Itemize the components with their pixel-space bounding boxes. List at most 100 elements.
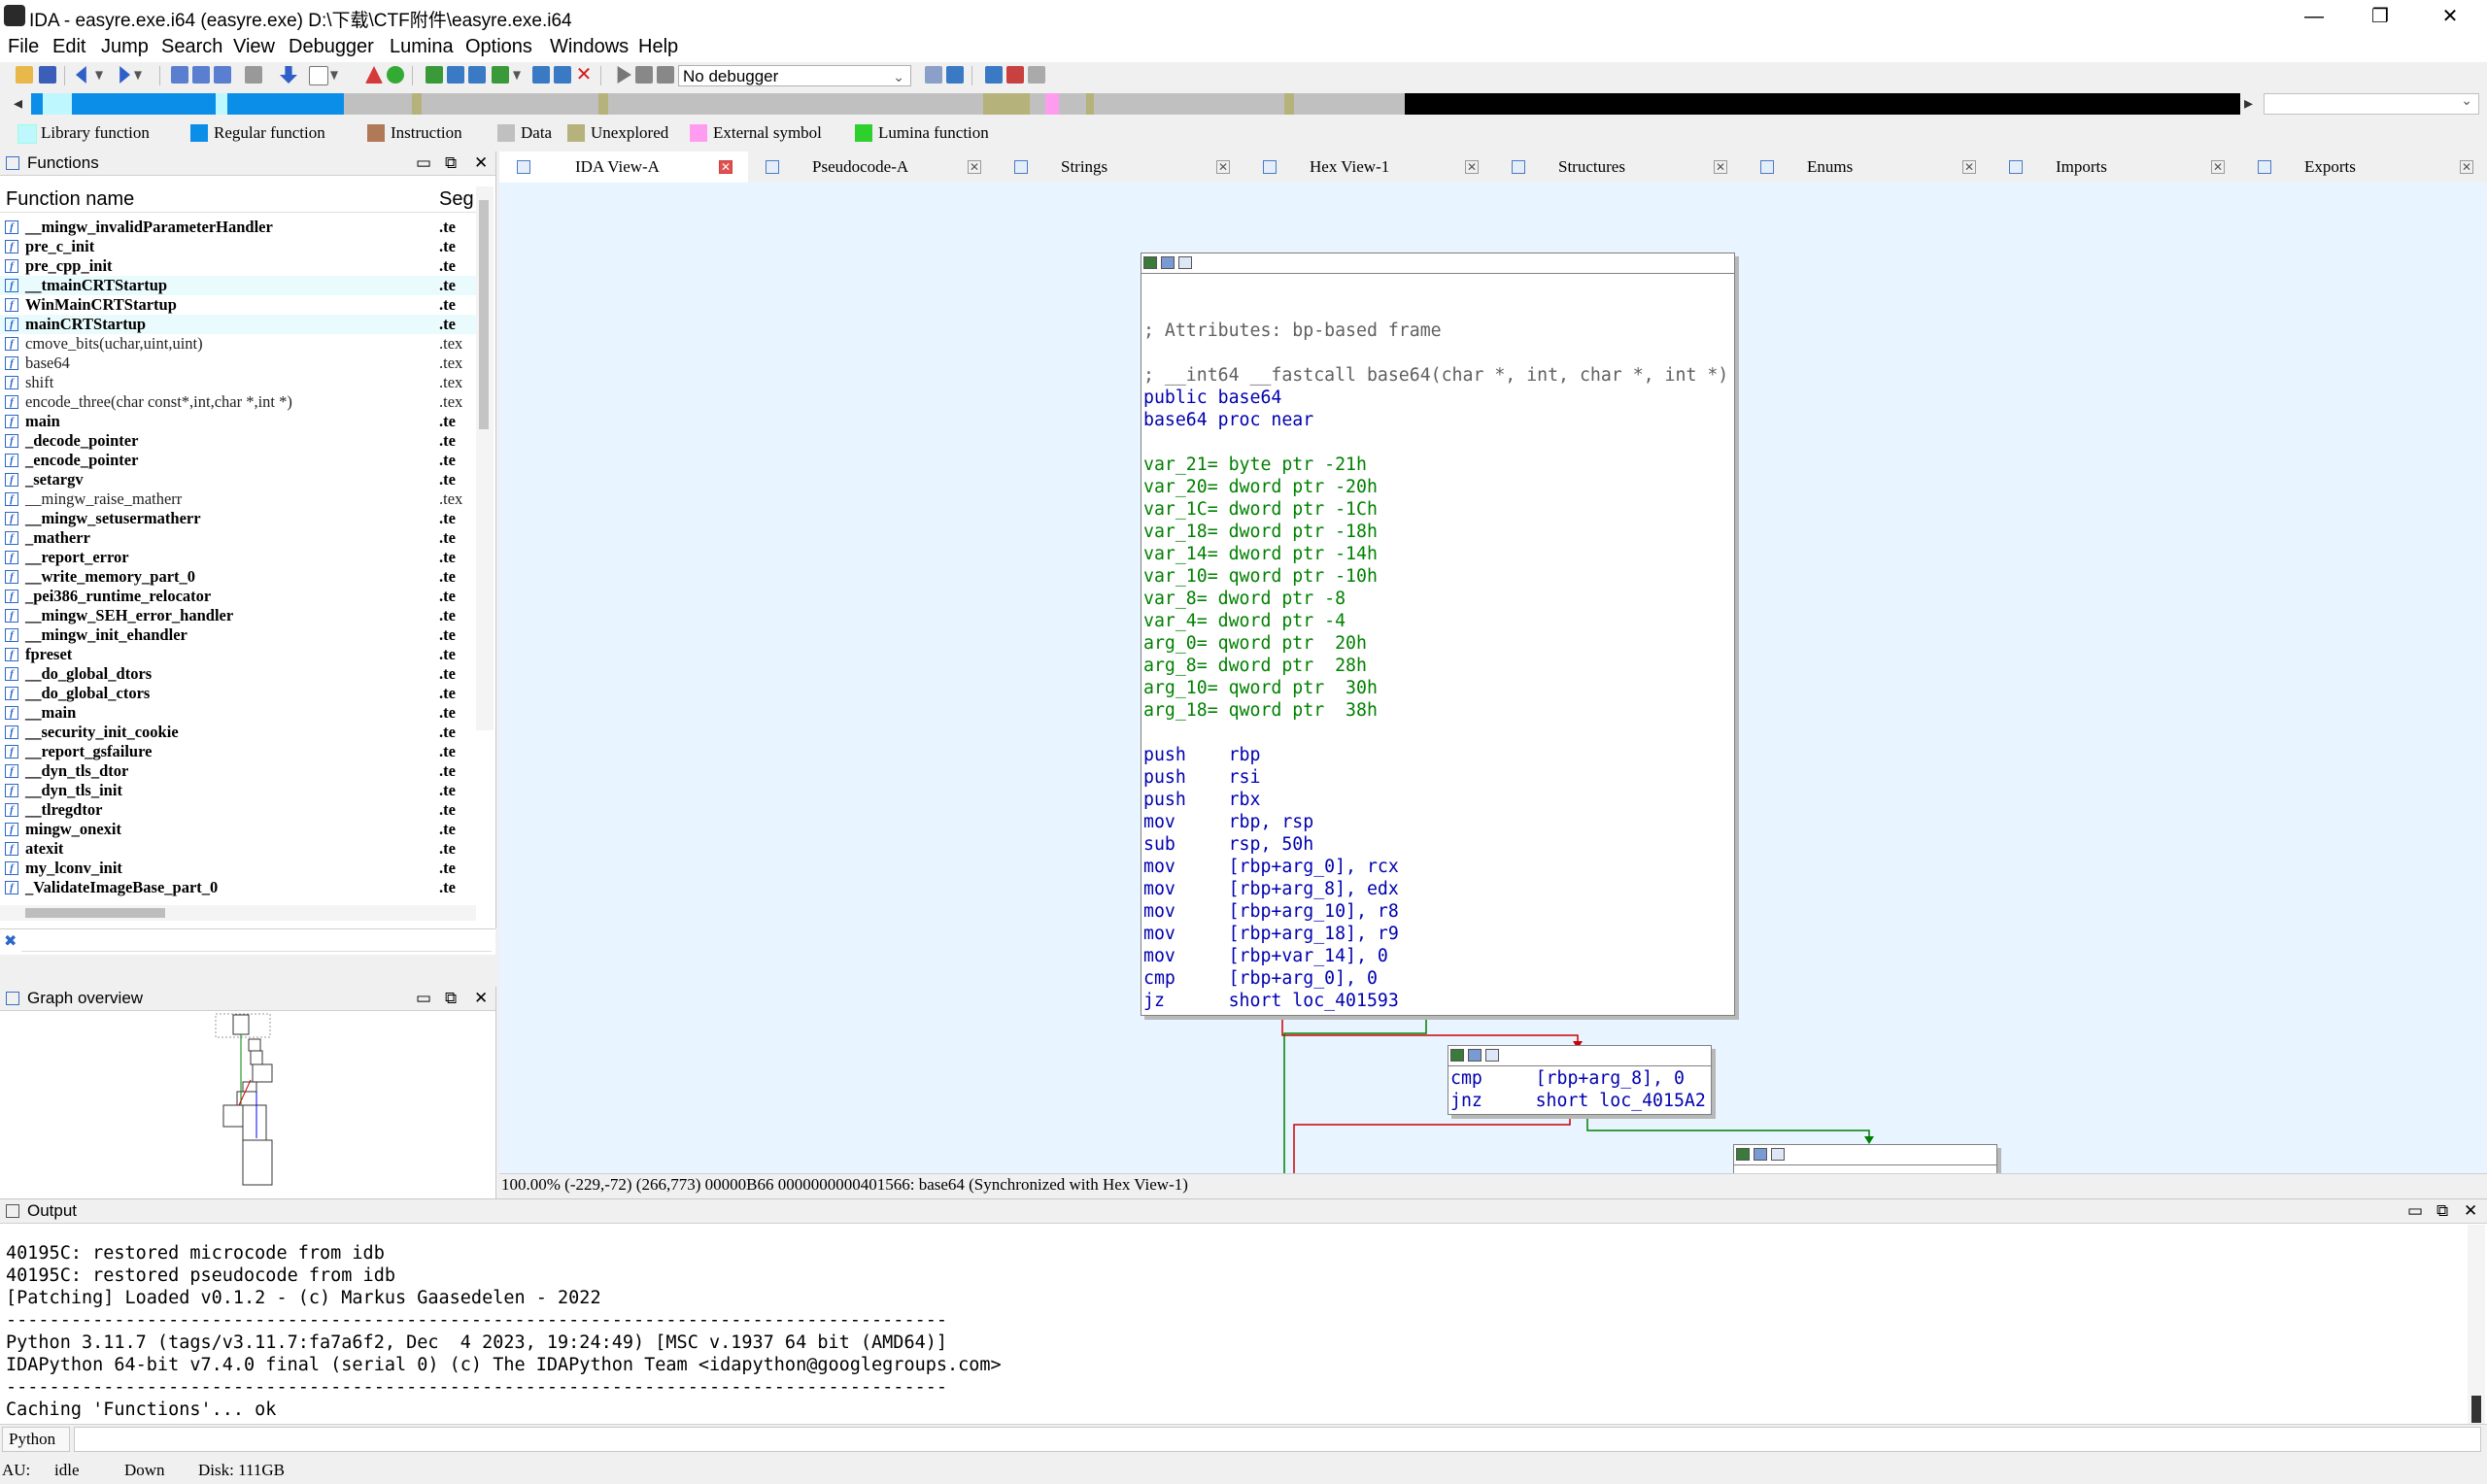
menu-debugger[interactable]: Debugger [289, 36, 374, 58]
menu-help[interactable]: Help [638, 36, 678, 58]
forward-icon[interactable] [119, 66, 130, 84]
function-row[interactable]: f __dyn_tls_dtor .te [0, 761, 476, 781]
node-color-icon[interactable] [1143, 256, 1157, 269]
function-row[interactable]: f __report_gsfailure .te [0, 742, 476, 761]
tab-close-icon[interactable]: ✕ [1962, 160, 1976, 174]
navigation-band-track[interactable] [31, 93, 2240, 115]
scroll-thumb[interactable] [2471, 1396, 2481, 1423]
ida-view-graph[interactable]: ; Attributes: bp-based frame ; __int64 __… [499, 183, 2487, 1173]
asm-line[interactable]: base64 proc near [1143, 409, 1313, 431]
asm-line[interactable]: arg_10= qword ptr 30h [1143, 677, 1378, 699]
function-row[interactable]: f __mingw_raise_matherr .tex [0, 489, 476, 509]
panel-close-icon[interactable]: ✕ [474, 987, 488, 1010]
scroll-thumb[interactable] [479, 200, 489, 429]
function-row[interactable]: f __do_global_dtors .te [0, 664, 476, 684]
paste-icon[interactable] [214, 66, 231, 84]
tab-close-icon[interactable]: ✕ [719, 160, 732, 174]
function-row[interactable]: f encode_three(char const*,int,char *,int… [0, 392, 476, 412]
refresh-icon[interactable] [946, 66, 964, 84]
tab-strings[interactable]: Strings ✕ [997, 152, 1245, 183]
asm-line[interactable]: jz short loc_401593 [1143, 990, 1399, 1012]
tab-close-icon[interactable]: ✕ [1465, 160, 1479, 174]
node-color-icon[interactable] [1450, 1049, 1464, 1062]
function-row[interactable]: f fpreset .te [0, 645, 476, 664]
asm-line[interactable]: arg_0= qword ptr 20h [1143, 632, 1367, 655]
function-row[interactable]: f __mingw_SEH_error_handler .te [0, 606, 476, 625]
image-icon[interactable] [554, 66, 571, 84]
tab-hex-view-1[interactable]: Hex View-1 ✕ [1245, 152, 1494, 183]
copy2-icon[interactable] [192, 66, 210, 84]
menu-options[interactable]: Options [465, 36, 532, 58]
node-color-icon[interactable] [1736, 1148, 1750, 1161]
asm-line[interactable]: mov [rbp+arg_0], rcx [1143, 856, 1399, 878]
function-row[interactable]: f base64 .tex [0, 354, 476, 373]
tab-ida-view-a[interactable]: IDA View-A ✕ [499, 152, 748, 183]
asm-line[interactable]: push rbx [1143, 789, 1260, 811]
function-row[interactable]: f shift .tex [0, 373, 476, 392]
asm-line[interactable]: jnz short loc_4015A2 [1450, 1090, 1706, 1112]
green-circle-icon[interactable] [387, 66, 404, 84]
node-text-icon[interactable] [1771, 1148, 1785, 1161]
menu-jump[interactable]: Jump [101, 36, 149, 58]
function-row[interactable]: f pre_c_init .te [0, 237, 476, 256]
function-row[interactable]: f __write_memory_part_0 .te [0, 567, 476, 587]
function-row[interactable]: f pre_cpp_init .te [0, 256, 476, 276]
function-row[interactable]: f cmove_bits(uchar,uint,uint) .tex [0, 334, 476, 354]
function-row[interactable]: f __report_error .te [0, 548, 476, 567]
panel-float-icon[interactable]: ⧉ [2436, 1199, 2448, 1223]
alert-icon[interactable] [365, 66, 383, 84]
asm-line[interactable]: mov rbp, rsp [1143, 811, 1313, 833]
asm-line[interactable]: mov [rbp+arg_8], edx [1143, 878, 1399, 900]
xref-icon[interactable] [492, 66, 509, 84]
panel-float-icon[interactable]: ⧉ [445, 987, 457, 1010]
asm-line[interactable]: ; Attributes: bp-based frame [1143, 320, 1442, 342]
menu-search[interactable]: Search [161, 36, 222, 58]
run-icon[interactable] [617, 66, 631, 84]
panel-float-icon[interactable]: ⧉ [445, 152, 457, 175]
node-graph-icon[interactable] [1161, 256, 1175, 269]
text-search-icon[interactable] [309, 66, 328, 85]
panel-maximize-icon[interactable]: ▭ [2407, 1199, 2423, 1223]
panel-maximize-icon[interactable]: ▭ [416, 152, 431, 175]
search-dropdown-icon[interactable] [330, 71, 338, 81]
tab-imports[interactable]: Imports ✕ [1992, 152, 2240, 183]
breakpoint-icon[interactable] [985, 66, 1003, 84]
scroll-thumb[interactable] [25, 908, 165, 918]
function-row[interactable]: f __main .te [0, 703, 476, 723]
tab-pseudocode-a[interactable]: Pseudocode-A ✕ [748, 152, 997, 183]
function-row[interactable]: f __do_global_ctors .te [0, 684, 476, 703]
function-row[interactable]: f _encode_pointer .te [0, 451, 476, 470]
asm-line[interactable]: mov [rbp+var_14], 0 [1143, 945, 1388, 967]
tab-close-icon[interactable]: ✕ [2211, 160, 2225, 174]
tab-exports[interactable]: Exports ✕ [2240, 152, 2487, 183]
asm-line[interactable]: public base64 [1143, 387, 1281, 409]
menu-edit[interactable]: Edit [52, 36, 85, 58]
node-text-icon[interactable] [1485, 1049, 1499, 1062]
function-row[interactable]: f __mingw_setusermatherr .te [0, 509, 476, 528]
asm-line[interactable]: mov [rbp+arg_18], r9 [1143, 923, 1399, 945]
tab-close-icon[interactable]: ✕ [1216, 160, 1230, 174]
functions-horizontal-scrollbar[interactable] [0, 905, 476, 921]
asm-line[interactable]: push rsi [1143, 766, 1260, 789]
xref-dropdown-icon[interactable] [513, 71, 521, 81]
maximize-button[interactable]: ❐ [2351, 0, 2409, 33]
tools-icon[interactable] [1028, 66, 1045, 84]
back-icon[interactable] [76, 66, 86, 84]
asm-line[interactable]: var_21= byte ptr -21h [1143, 454, 1367, 476]
graph-overview-minimap[interactable] [0, 1012, 495, 1202]
menu-view[interactable]: View [233, 36, 275, 58]
forward-dropdown-icon[interactable] [134, 71, 142, 81]
flowchart-icon[interactable] [468, 66, 486, 84]
function-row[interactable]: f my_lconv_init .te [0, 859, 476, 878]
python-command-input[interactable] [74, 1427, 2481, 1452]
panel-maximize-icon[interactable]: ▭ [416, 987, 431, 1010]
functions-filter[interactable]: ✖ [0, 928, 495, 955]
menu-lumina[interactable]: Lumina [390, 36, 454, 58]
graph-node-loc-4015a2[interactable] [1733, 1144, 1997, 1173]
nav-left-arrow-icon[interactable]: ◂ [14, 93, 22, 114]
trace-icon[interactable] [1006, 66, 1024, 84]
open-icon[interactable] [16, 66, 33, 84]
copy-icon[interactable] [171, 66, 188, 84]
back-dropdown-icon[interactable] [95, 71, 103, 81]
function-row[interactable]: f mainCRTStartup .te [0, 315, 476, 334]
